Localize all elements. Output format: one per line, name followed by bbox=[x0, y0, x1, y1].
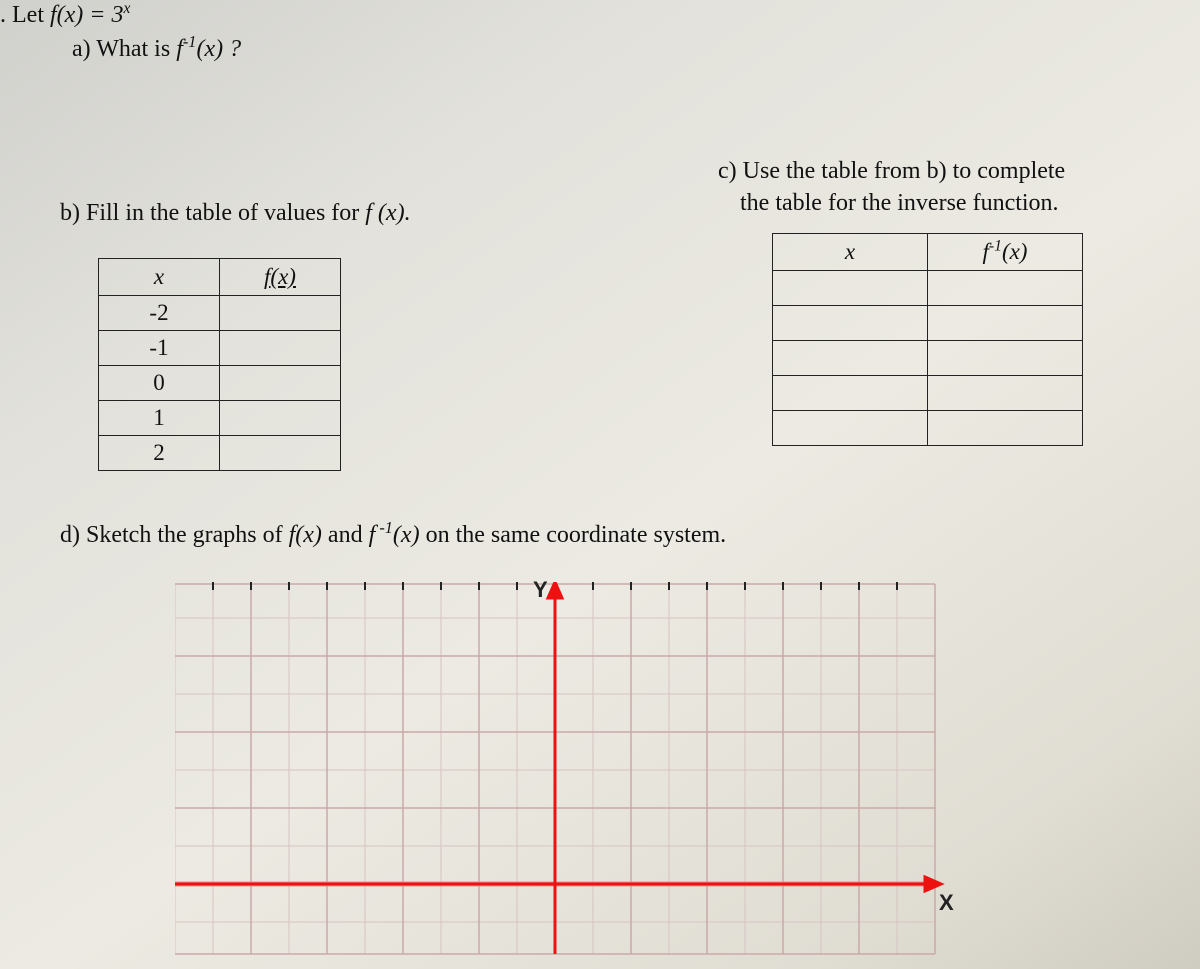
tableB-x-cell: 2 bbox=[99, 436, 220, 471]
table-row: x f(x) bbox=[99, 259, 341, 296]
coordinate-grid: Y X bbox=[175, 582, 935, 954]
tableB-fx-label: f(x) bbox=[264, 264, 296, 289]
tableC-header-x: x bbox=[773, 234, 928, 271]
intro-prefix: . Let bbox=[0, 2, 50, 28]
worksheet-page: . Let f(x) = 3x a) What is f-1(x) ? b) F… bbox=[0, 0, 1200, 969]
table-row bbox=[773, 306, 1083, 341]
tableC-x-cell[interactable] bbox=[773, 341, 928, 376]
table-row bbox=[773, 411, 1083, 446]
d-suffix: on the same coordinate system. bbox=[420, 522, 727, 548]
table-row: 0 bbox=[99, 366, 341, 401]
tableC-finv-cell[interactable] bbox=[928, 341, 1083, 376]
a-tail: (x) ? bbox=[196, 36, 241, 62]
b-label: b) Fill in the table of values for bbox=[60, 200, 365, 226]
tableB-x-cell: -1 bbox=[99, 331, 220, 366]
tableC-finv-sup: -1 bbox=[989, 237, 1002, 254]
part-d: d) Sketch the graphs of f(x) and f -1(x)… bbox=[60, 522, 726, 549]
x-axis-label: X bbox=[939, 890, 954, 916]
tableC-finv-cell[interactable] bbox=[928, 271, 1083, 306]
tableB-x-cell: -2 bbox=[99, 296, 220, 331]
d-finv-sup: -1 bbox=[375, 518, 393, 537]
a-fn: f bbox=[176, 36, 183, 62]
tableB-x-cell: 1 bbox=[99, 401, 220, 436]
tableB-fx-cell[interactable] bbox=[220, 401, 341, 436]
tableC-finv-cell[interactable] bbox=[928, 376, 1083, 411]
d-prefix: d) Sketch the graphs of bbox=[60, 522, 289, 548]
table-row: -1 bbox=[99, 331, 341, 366]
b-fn: f (x). bbox=[365, 200, 410, 226]
d-mid: and bbox=[322, 522, 369, 548]
part-b: b) Fill in the table of values for f (x)… bbox=[60, 200, 411, 227]
table-row bbox=[773, 376, 1083, 411]
tableC-x-cell[interactable] bbox=[773, 306, 928, 341]
tableC-header-finv: f-1(x) bbox=[928, 234, 1083, 271]
table-row: x f-1(x) bbox=[773, 234, 1083, 271]
tableC-x-cell[interactable] bbox=[773, 376, 928, 411]
tableC-finv-cell[interactable] bbox=[928, 411, 1083, 446]
part-c-line2: the table for the inverse function. bbox=[740, 190, 1059, 217]
tableB-fx-cell[interactable] bbox=[220, 436, 341, 471]
part-a: a) What is f-1(x) ? bbox=[72, 36, 241, 63]
axes bbox=[175, 582, 941, 954]
fn-exp: x bbox=[123, 0, 130, 17]
d-fx: f(x) bbox=[289, 522, 322, 548]
y-axis-label: Y bbox=[533, 577, 548, 603]
tableB-x-cell: 0 bbox=[99, 366, 220, 401]
grid-svg bbox=[175, 582, 955, 969]
tableB-fx-cell[interactable] bbox=[220, 296, 341, 331]
table-row bbox=[773, 271, 1083, 306]
tableB-fx-cell[interactable] bbox=[220, 331, 341, 366]
tableB-header-fx: f(x) bbox=[220, 259, 341, 296]
tableC-x-cell[interactable] bbox=[773, 271, 928, 306]
part-c-line1: c) Use the table from b) to complete bbox=[718, 158, 1065, 185]
table-c: x f-1(x) bbox=[772, 233, 1083, 446]
a-sup: -1 bbox=[183, 32, 197, 51]
tableC-x-cell[interactable] bbox=[773, 411, 928, 446]
x-arrow-icon bbox=[925, 877, 941, 891]
table-row: 1 bbox=[99, 401, 341, 436]
tableC-finv-cell[interactable] bbox=[928, 306, 1083, 341]
fn-def: f(x) = 3 bbox=[50, 2, 124, 28]
tableC-x-label: x bbox=[845, 239, 855, 264]
tableB-x-label: x bbox=[154, 264, 164, 289]
table-row: -2 bbox=[99, 296, 341, 331]
tableB-fx-cell[interactable] bbox=[220, 366, 341, 401]
table-b: x f(x) -2 -1 0 1 2 bbox=[98, 258, 341, 471]
a-label: a) What is bbox=[72, 36, 176, 62]
tableC-finv-tail: (x) bbox=[1002, 239, 1028, 264]
table-row: 2 bbox=[99, 436, 341, 471]
d-finv-tail: (x) bbox=[393, 522, 420, 548]
tableB-header-x: x bbox=[99, 259, 220, 296]
question-intro: . Let f(x) = 3x bbox=[0, 2, 130, 29]
table-row bbox=[773, 341, 1083, 376]
